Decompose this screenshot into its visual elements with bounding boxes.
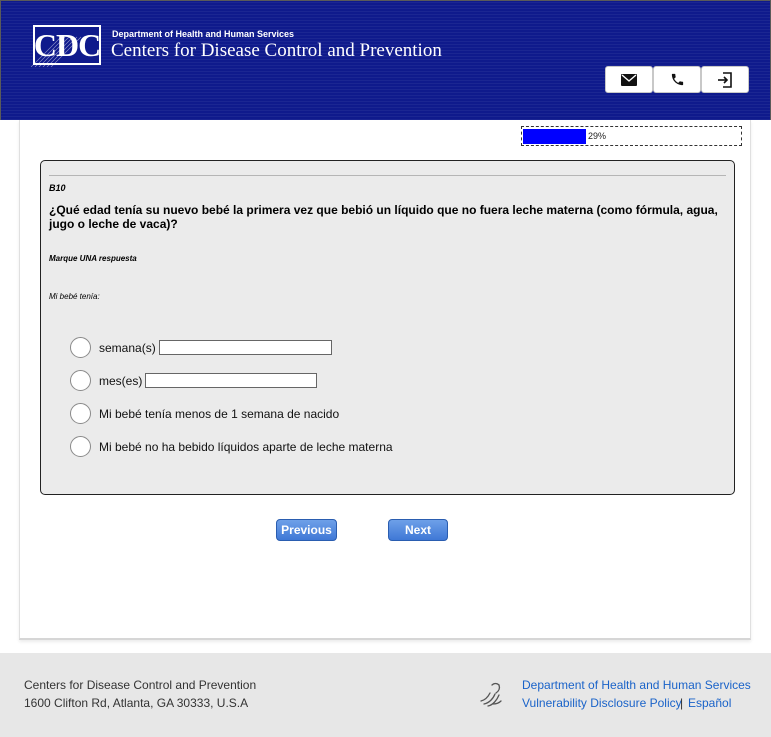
divider <box>49 175 726 176</box>
footer-address: 1600 Clifton Rd, Atlanta, GA 30333, U.S.… <box>24 696 249 710</box>
envelope-icon <box>621 73 637 86</box>
option-label: Mi bebé no ha bebido líquidos aparte de … <box>99 439 393 454</box>
option-weeks[interactable]: semana(s) <box>70 337 332 358</box>
radio-button[interactable] <box>70 436 91 457</box>
radio-button[interactable] <box>70 370 91 391</box>
option-label: semana(s) <box>99 340 156 355</box>
footer-org-name: Centers for Disease Control and Preventi… <box>24 678 257 692</box>
vulnerability-policy-link[interactable]: Vulnerability Disclosure Policy <box>522 696 682 710</box>
question-id: B10 <box>49 183 66 193</box>
next-button[interactable]: Next <box>388 519 448 541</box>
phone-icon <box>671 73 683 86</box>
question-text: ¿Qué edad tenía su nuevo bebé la primera… <box>49 203 718 231</box>
site-header: CDC Department of Health and Human Servi… <box>0 0 771 120</box>
question-panel: B10 ¿Qué edad tenía su nuevo bebé la pri… <box>40 160 735 495</box>
cdc-logo[interactable]: CDC <box>33 25 101 65</box>
question-instruction: Marque UNA respuesta <box>49 254 137 263</box>
option-no-liquids[interactable]: Mi bebé no ha bebido líquidos aparte de … <box>70 436 393 457</box>
agency-name: Centers for Disease Control and Preventi… <box>111 40 442 61</box>
radio-button[interactable] <box>70 337 91 358</box>
weeks-input[interactable] <box>158 340 332 355</box>
cdc-logo-text: CDC <box>33 26 101 63</box>
option-label: mes(es) <box>99 373 143 388</box>
hhs-link[interactable]: Department of Health and Human Services <box>522 678 751 692</box>
option-months[interactable]: mes(es) <box>70 370 318 391</box>
progress-bar: 29% <box>521 126 742 146</box>
option-label: Mi bebé tenía menos de 1 semana de nacid… <box>99 406 340 421</box>
email-button[interactable] <box>605 66 653 93</box>
hhs-eagle-icon <box>480 682 502 707</box>
progress-fill <box>523 128 586 144</box>
progress-label: 29% <box>588 131 607 141</box>
sign-out-icon <box>718 71 732 88</box>
site-footer: Centers for Disease Control and Preventi… <box>0 653 771 737</box>
option-less-than-week[interactable]: Mi bebé tenía menos de 1 semana de nacid… <box>70 403 339 424</box>
months-input[interactable] <box>145 373 318 388</box>
logout-button[interactable] <box>701 66 749 93</box>
footer-separator: | <box>680 696 684 710</box>
department-name: Department of Health and Human Services <box>112 29 295 39</box>
question-lead-in: Mi bebé tenía: <box>49 292 100 301</box>
radio-button[interactable] <box>70 403 91 424</box>
previous-button[interactable]: Previous <box>276 519 337 541</box>
espanol-link[interactable]: Español <box>688 696 731 710</box>
phone-button[interactable] <box>653 66 701 93</box>
